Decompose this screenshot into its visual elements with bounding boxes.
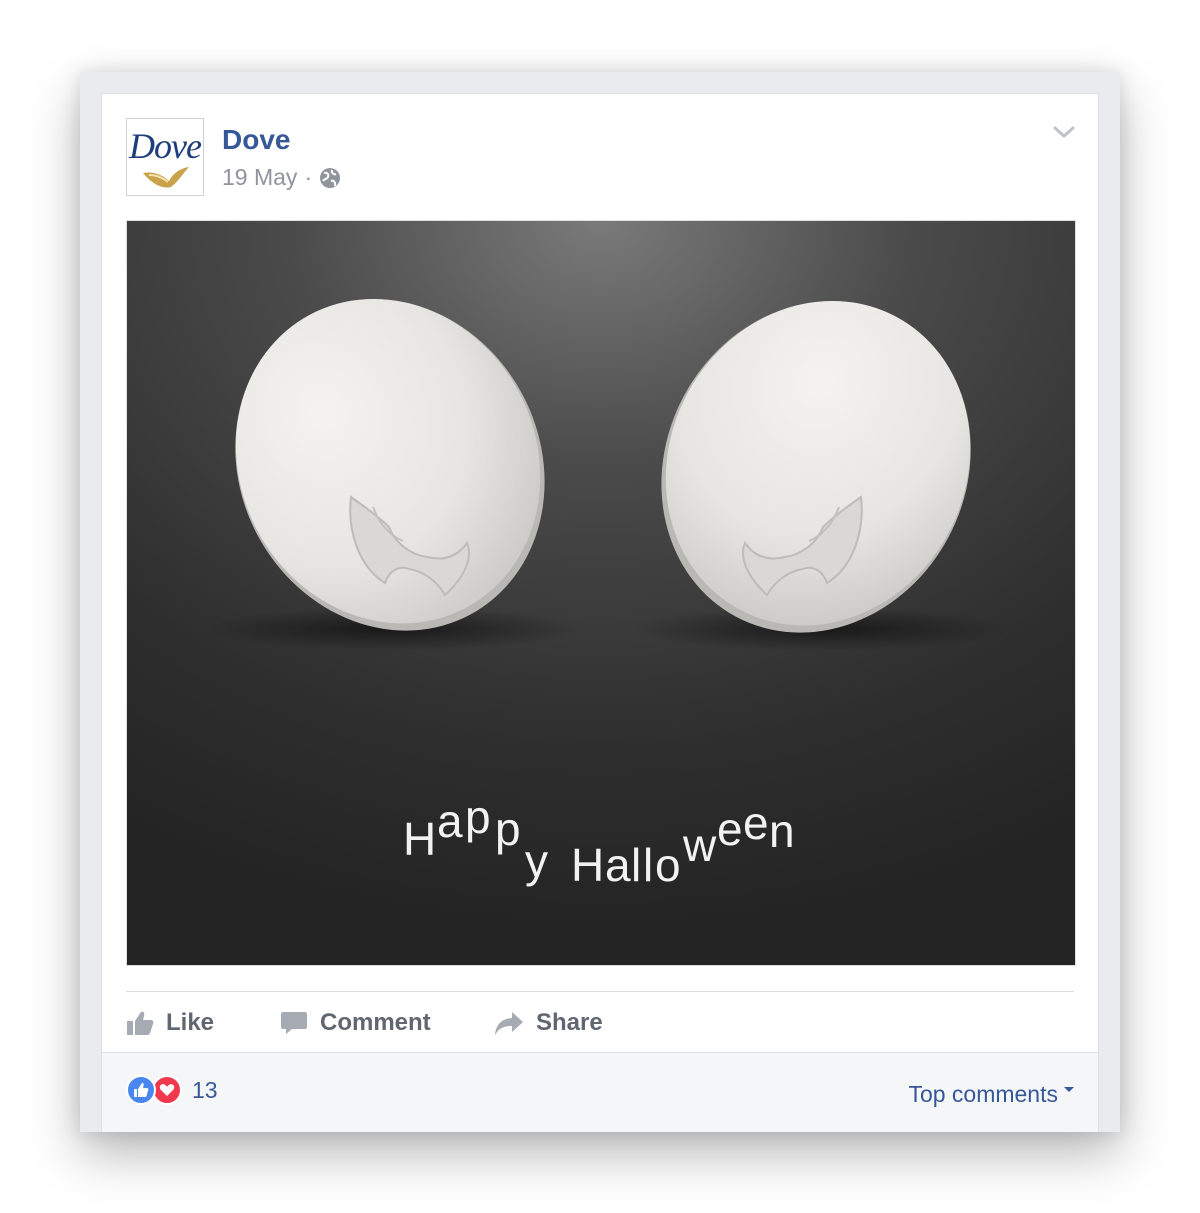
top-comments-label: Top comments — [908, 1081, 1058, 1107]
page-avatar[interactable]: Dove — [126, 118, 204, 196]
svg-text:o: o — [655, 839, 681, 891]
like-button[interactable]: Like — [126, 1006, 214, 1040]
svg-text:a: a — [605, 839, 631, 891]
like-reaction-icon — [126, 1075, 156, 1105]
reaction-summary[interactable]: 13 — [126, 1075, 218, 1105]
post-meta: 19 May · — [222, 164, 341, 191]
post-footer: 13 Top comments — [102, 1052, 1098, 1132]
dove-logo-wordmark: Dove — [129, 126, 202, 166]
chevron-down-icon[interactable] — [1052, 124, 1076, 140]
svg-text:n: n — [769, 805, 795, 857]
share-button[interactable]: Share — [494, 1006, 603, 1040]
svg-text:e: e — [743, 797, 769, 849]
reaction-count[interactable]: 13 — [192, 1077, 218, 1104]
svg-text:l: l — [631, 839, 641, 891]
svg-text:H: H — [571, 839, 604, 891]
svg-text:H: H — [403, 813, 436, 865]
post-image[interactable]: H a p p y H a l l o w e e n — [126, 220, 1076, 966]
top-comments-dropdown[interactable]: Top comments — [908, 1081, 1074, 1108]
thumbs-up-icon — [127, 1011, 154, 1035]
post-frame: Dove Dove 19 May · H a p p y H a l l o w… — [80, 72, 1120, 1132]
share-label: Share — [536, 1009, 603, 1036]
dove-bird-icon — [143, 167, 189, 188]
svg-text:p: p — [465, 791, 491, 843]
love-reaction-icon — [152, 1075, 182, 1105]
meta-separator: · — [304, 164, 313, 190]
like-label: Like — [166, 1009, 215, 1036]
comment-button[interactable]: Comment — [280, 1006, 431, 1040]
svg-text:e: e — [717, 803, 743, 855]
svg-text:l: l — [643, 839, 653, 891]
svg-text:w: w — [682, 819, 717, 871]
share-arrow-icon — [495, 1012, 523, 1035]
page-name-link[interactable]: Dove — [222, 124, 290, 156]
speech-bubble-icon — [281, 1012, 307, 1034]
halloween-soap-eyes-image: H a p p y H a l l o w e e n — [127, 221, 1075, 965]
post-date[interactable]: 19 May — [222, 164, 297, 191]
action-divider — [126, 991, 1074, 992]
globe-icon[interactable] — [319, 167, 341, 189]
svg-text:a: a — [437, 795, 463, 847]
comment-label: Comment — [320, 1009, 431, 1036]
svg-text:p: p — [495, 803, 521, 855]
svg-text:y: y — [525, 835, 548, 887]
post-card: Dove Dove 19 May · H a p p y H a l l o w… — [101, 93, 1099, 1132]
caret-down-icon — [1064, 1087, 1074, 1092]
